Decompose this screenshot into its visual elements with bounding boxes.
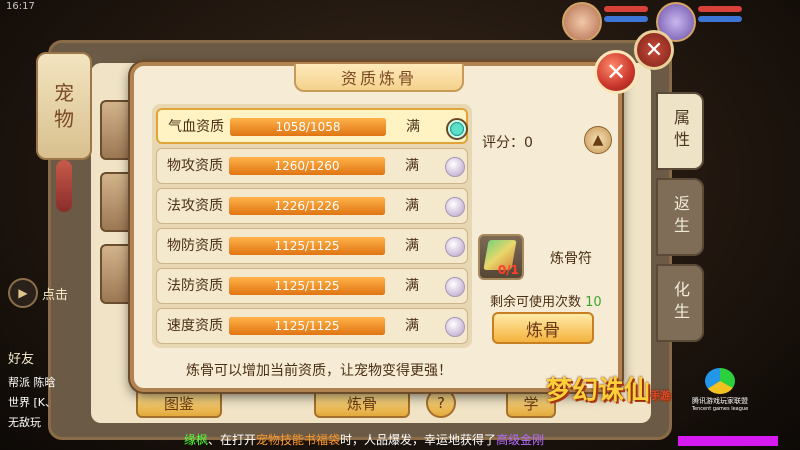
attribute-name: 法攻资质	[167, 198, 223, 214]
attribute-full-label: 满	[405, 198, 419, 214]
attribute-name: 气血资质	[168, 119, 224, 135]
attribute-full-label: 满	[405, 278, 419, 294]
publisher-logo-icon	[705, 368, 735, 394]
attribute-value: 1125/1125	[274, 239, 340, 253]
attribute-bar: 1125/1125	[229, 277, 385, 295]
game-logo-text: 梦幻诛仙	[546, 376, 651, 406]
system-broadcast: 缘枫、在打开宠物技能书福袋时，人品爆发，幸运地获得了高级金刚	[184, 431, 544, 448]
attribute-radio[interactable]	[445, 197, 465, 217]
attribute-full-label: 满	[405, 158, 419, 174]
attribute-name: 物攻资质	[167, 158, 223, 174]
broadcast-text: 时，人品爆发，幸运地获得了	[340, 433, 497, 447]
broadcast-text: 、在打开	[208, 433, 257, 447]
remaining-uses: 剩余可使用次数 10	[490, 291, 602, 310]
attribute-list: 气血资质 1058/1058 满 物攻资质 1260/1260 满 法攻资质 1…	[152, 104, 472, 348]
chat-line: 无敌玩	[8, 416, 41, 429]
attribute-full-label: 满	[405, 238, 419, 254]
attribute-bar: 1260/1260	[229, 157, 385, 175]
arrow-up-icon[interactable]: ▲	[584, 126, 612, 154]
mp-bar	[604, 16, 648, 22]
dialog-title-plate: 资质炼骨	[294, 64, 464, 92]
attribute-radio[interactable]	[446, 118, 468, 140]
dialog-hint: 炼骨可以增加当前资质，让宠物变得更强！	[186, 363, 452, 379]
attribute-name: 速度资质	[167, 318, 223, 334]
attribute-value: 1125/1125	[274, 319, 340, 333]
attribute-radio[interactable]	[445, 277, 465, 297]
attribute-full-label: 满	[406, 119, 420, 135]
refine-tab-button[interactable]: 炼骨	[314, 388, 410, 418]
party-avatars	[548, 0, 800, 42]
friends-label[interactable]: 好友	[8, 348, 34, 367]
broadcast-reward: 高级金刚	[496, 433, 545, 447]
attribute-value: 1226/1226	[274, 199, 340, 213]
game-logo: 梦幻诛仙手游	[546, 370, 670, 407]
broadcast-player: 缘枫	[184, 433, 209, 447]
attribute-bar: 1226/1226	[229, 197, 385, 215]
attribute-value: 1260/1260	[274, 159, 340, 173]
item-slot[interactable]: 0/1	[478, 234, 524, 280]
status-time: 16:17	[6, 1, 35, 12]
item-count: 0/1	[497, 263, 519, 277]
refine-button[interactable]: 炼骨	[492, 312, 594, 344]
publisher-name-en: Tencent games league	[691, 406, 749, 412]
attribute-row-phys-atk[interactable]: 物攻资质 1260/1260 满	[156, 148, 468, 184]
chat-line: 世界 [K、	[8, 396, 57, 409]
attribute-full-label: 满	[405, 318, 419, 334]
publisher-logo: 腾讯游戏玩家联盟 Tencent games league	[690, 368, 750, 412]
chat-line: 帮派 陈晗	[8, 376, 56, 389]
attribute-bar: 1058/1058	[230, 118, 386, 136]
attribute-bar: 1125/1125	[229, 237, 385, 255]
purple-strip	[678, 436, 778, 446]
attribute-row-magic-atk[interactable]: 法攻资质 1226/1226 满	[156, 188, 468, 224]
pet-lantern-sign: 宠 物	[36, 52, 92, 160]
attribute-name: 物防资质	[167, 238, 223, 254]
tassel-decoration	[56, 160, 72, 212]
play-label: 点击	[42, 288, 69, 303]
score-label: 评分：0	[482, 135, 533, 151]
attribute-radio[interactable]	[445, 157, 465, 177]
attribute-radio[interactable]	[445, 317, 465, 337]
catalog-button[interactable]: 图鉴	[136, 388, 222, 418]
dialog-title: 资质炼骨	[340, 69, 417, 88]
tab-rebirth[interactable]: 返生	[656, 178, 704, 256]
help-button[interactable]: ?	[426, 388, 456, 418]
game-logo-sub: 手游	[650, 391, 671, 402]
lantern-char: 物	[54, 107, 74, 131]
tab-attributes[interactable]: 属性	[656, 92, 704, 170]
side-tabs: 属性 返生 化生	[656, 92, 704, 350]
left-hud: ▶ 点击 好友 帮派 陈晗 世界 [K、 无敌玩	[0, 270, 70, 440]
attribute-bar: 1125/1125	[229, 317, 385, 335]
attribute-row-hp[interactable]: 气血资质 1058/1058 满	[156, 108, 468, 144]
attribute-value: 1058/1058	[275, 120, 341, 134]
hp-bar	[698, 6, 742, 12]
item-name: 炼骨符	[550, 251, 592, 267]
tab-transform[interactable]: 化生	[656, 264, 704, 342]
party-avatar[interactable]	[562, 2, 602, 42]
dialog-close-icon[interactable]: ✕	[594, 50, 638, 94]
mp-bar	[698, 16, 742, 22]
broadcast-item: 宠物技能书福袋	[256, 433, 341, 447]
attribute-row-speed[interactable]: 速度资质 1125/1125 满	[156, 308, 468, 344]
lantern-char: 宠	[54, 81, 74, 105]
remaining-uses-count: 10	[585, 295, 602, 310]
hp-bar	[604, 6, 648, 12]
attribute-row-magic-def[interactable]: 法防资质 1125/1125 满	[156, 268, 468, 304]
play-icon[interactable]: ▶	[8, 278, 38, 308]
publisher-name: 腾讯游戏玩家联盟	[692, 397, 748, 405]
remaining-uses-label: 剩余可使用次数	[490, 295, 582, 310]
attribute-row-phys-def[interactable]: 物防资质 1125/1125 满	[156, 228, 468, 264]
attribute-value: 1125/1125	[274, 279, 340, 293]
attribute-radio[interactable]	[445, 237, 465, 257]
pet-window-close-icon[interactable]: ✕	[634, 30, 674, 70]
attribute-name: 法防资质	[167, 278, 223, 294]
